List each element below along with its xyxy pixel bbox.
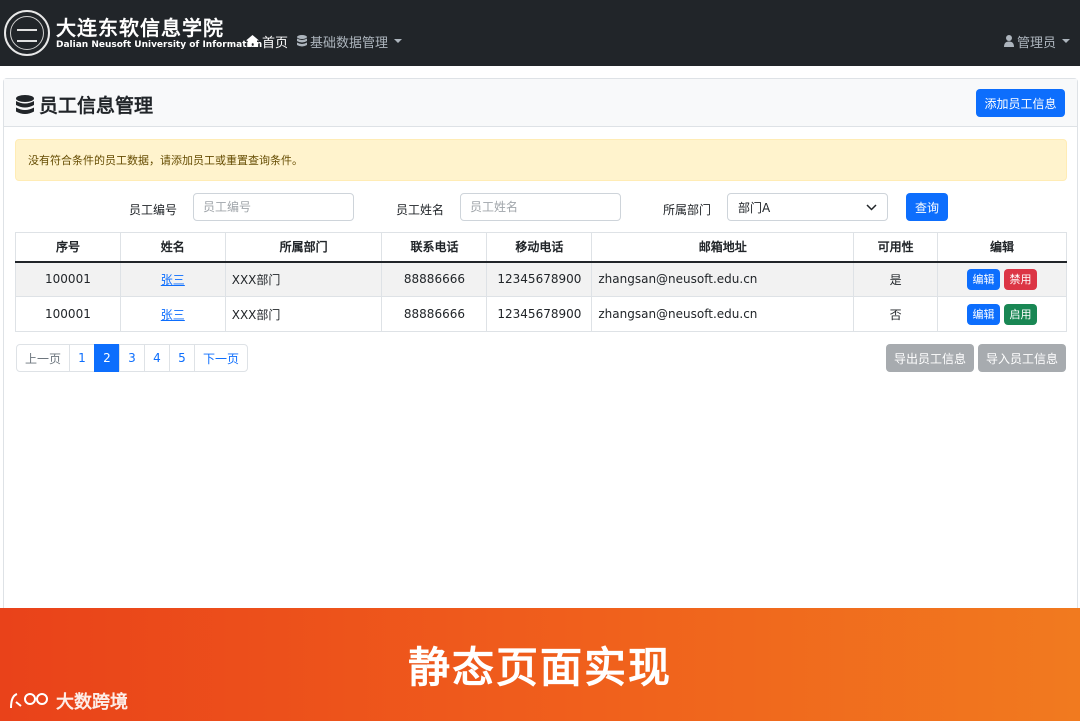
alert-message: 没有符合条件的员工数据，请添加员工或重置查询条件。	[28, 154, 303, 167]
export-employees-button[interactable]: 导出员工信息	[886, 344, 974, 372]
page-title: 员工信息管理	[16, 91, 153, 118]
nav-home-link[interactable]: 首页	[246, 30, 288, 52]
disable-button[interactable]: 禁用	[1004, 268, 1038, 290]
employee-name-link[interactable]: 张三	[161, 308, 185, 322]
nav-user-menu[interactable]: 管理员	[1003, 30, 1070, 52]
nav-user-label: 管理员	[1016, 35, 1056, 51]
database-icon	[297, 35, 307, 47]
edit-button[interactable]: 编辑	[967, 303, 1001, 325]
employee-id-input[interactable]	[193, 193, 354, 221]
page-title-text: 员工信息管理	[39, 95, 154, 117]
cell-available: 否	[853, 296, 939, 332]
cell-email: zhangsan@neusoft.edu.cn	[591, 261, 855, 297]
enable-button[interactable]: 启用	[1004, 303, 1038, 325]
logo-english-name: Dalian Neusoft University of Information	[56, 39, 263, 50]
cell-id: 100001	[15, 296, 121, 332]
cell-mobile: 12345678900	[486, 261, 593, 297]
column-header: 姓名	[119, 232, 226, 263]
query-button[interactable]: 查询	[906, 193, 948, 221]
cell-mobile: 12345678900	[486, 296, 593, 332]
page-button-5[interactable]: 5	[169, 344, 195, 372]
department-selected-value: 部门A	[738, 200, 771, 215]
nav-data-menu[interactable]: 基础数据管理	[297, 30, 403, 52]
column-header: 编辑	[937, 232, 1067, 263]
prev-page-button[interactable]: 上一页	[16, 344, 70, 372]
chevron-down-icon	[394, 39, 403, 43]
nav-data-label: 基础数据管理	[310, 35, 389, 51]
column-header: 邮箱地址	[591, 232, 855, 263]
next-page-button[interactable]: 下一页	[194, 344, 248, 372]
employee-name-link[interactable]: 张三	[161, 273, 185, 287]
cell-email: zhangsan@neusoft.edu.cn	[591, 296, 855, 332]
no-data-alert: 没有符合条件的员工数据，请添加员工或重置查询条件。	[15, 139, 1067, 181]
nav-home-label: 首页	[262, 35, 289, 51]
cell-id: 100001	[15, 261, 121, 297]
cell-name: 张三	[119, 261, 226, 297]
employee-card: 员工信息管理 添加员工信息 没有符合条件的员工数据，请添加员工或重置查询条件。 …	[3, 78, 1078, 678]
employee-name-label: 员工姓名	[396, 203, 445, 217]
page-button-2[interactable]: 2	[94, 344, 120, 372]
card-header: 员工信息管理 添加员工信息	[4, 79, 1077, 127]
department-label: 所属部门	[663, 203, 712, 217]
page-button-4[interactable]: 4	[144, 344, 170, 372]
add-employee-button[interactable]: 添加员工信息	[976, 89, 1065, 117]
chevron-down-icon	[1062, 39, 1070, 43]
page-button-3[interactable]: 3	[119, 344, 145, 372]
banner-title: 静态页面实现	[407, 643, 672, 692]
logo-chinese-name: 大连东软信息学院	[56, 15, 224, 40]
navbar: 大连东软信息学院 Dalian Neusoft University of In…	[0, 0, 1080, 66]
university-seal-icon	[4, 10, 50, 56]
edit-button[interactable]: 编辑	[967, 268, 1001, 290]
department-select[interactable]: 部门A	[727, 193, 888, 221]
cell-actions: 编辑 启用	[937, 296, 1067, 332]
employee-table: 序号 姓名 所属部门 联系电话 移动电话 邮箱地址 可用性 编辑 100001 …	[15, 232, 1067, 332]
cell-phone: 88886666	[381, 296, 488, 332]
column-header: 移动电话	[486, 232, 593, 263]
import-employees-button[interactable]: 导入员工信息	[978, 344, 1066, 372]
page-button-1[interactable]: 1	[69, 344, 95, 372]
cell-dept: XXX部门	[224, 261, 383, 297]
promo-banner: 静态页面实现	[0, 608, 1080, 721]
cell-dept: XXX部门	[224, 296, 383, 332]
database-icon	[16, 94, 34, 114]
university-logo[interactable]: 大连东软信息学院 Dalian Neusoft University of In…	[4, 10, 262, 56]
watermark-logo-icon	[10, 693, 48, 709]
column-header: 联系电话	[381, 232, 488, 263]
table-row: 100001 张三 XXX部门 88886666 12345678900 zha…	[15, 261, 1067, 297]
table-header-row: 序号 姓名 所属部门 联系电话 移动电话 邮箱地址 可用性 编辑	[15, 232, 1067, 263]
cell-available: 是	[853, 261, 939, 297]
home-icon	[246, 35, 259, 47]
table-row: 100001 张三 XXX部门 88886666 12345678900 zha…	[15, 296, 1067, 332]
employee-id-label: 员工编号	[129, 203, 178, 217]
watermark: 大数跨境	[8, 688, 128, 714]
column-header: 可用性	[853, 232, 939, 263]
user-icon	[1003, 35, 1014, 47]
pagination: 上一页 1 2 3 4 5 下一页	[16, 344, 248, 372]
cell-phone: 88886666	[381, 261, 488, 297]
employee-name-input[interactable]	[460, 193, 621, 221]
chevron-down-icon	[866, 203, 877, 211]
column-header: 序号	[15, 232, 121, 263]
column-header: 所属部门	[224, 232, 383, 263]
cell-name: 张三	[119, 296, 226, 332]
cell-actions: 编辑 禁用	[937, 261, 1067, 297]
watermark-text: 大数跨境	[56, 692, 128, 713]
